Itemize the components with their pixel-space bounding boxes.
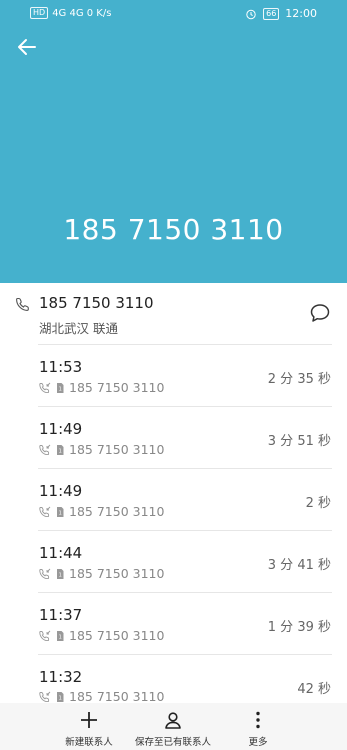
call-sub: 1 185 7150 3110 — [39, 380, 164, 395]
person-icon — [165, 712, 181, 729]
call-sub: 1 185 7150 3110 — [39, 689, 164, 704]
incoming-call-icon — [39, 568, 51, 579]
divider — [38, 654, 332, 655]
bottom-action-bar: 新建联系人 保存至已有联系人 更多 — [0, 703, 347, 750]
status-left: HD 4G 4G 0 K/s — [30, 7, 111, 19]
call-sub: 1 185 7150 3110 — [39, 504, 164, 519]
incoming-call-icon — [39, 444, 51, 455]
sim-card-icon: 1 — [57, 382, 64, 393]
new-contact-label: 新建联系人 — [65, 737, 113, 748]
call-number: 185 7150 3110 — [69, 380, 165, 395]
sim-card-icon: 1 — [57, 444, 64, 455]
more-label: 更多 — [248, 737, 268, 748]
summary-phone-number: 185 7150 3110 — [39, 294, 154, 312]
new-contact-button[interactable]: 新建联系人 — [58, 703, 120, 750]
more-vertical-icon — [256, 711, 260, 729]
call-time: 11:44 — [39, 544, 83, 562]
plus-icon — [81, 712, 97, 728]
call-time: 11:32 — [39, 668, 83, 686]
more-button[interactable]: 更多 — [238, 703, 278, 750]
incoming-call-icon — [39, 630, 51, 641]
divider — [38, 592, 332, 593]
call-time: 11:53 — [39, 358, 83, 376]
call-time: 11:49 — [39, 482, 83, 500]
contact-summary[interactable] — [0, 283, 347, 347]
message-icon[interactable] — [309, 302, 331, 324]
save-existing-contact-button[interactable]: 保存至已有联系人 — [128, 703, 218, 750]
call-number: 185 7150 3110 — [69, 566, 165, 581]
network-status: 4G 4G 0 K/s — [52, 7, 112, 19]
call-duration: 3 分 41 秒 — [267, 558, 331, 573]
sim-card-icon: 1 — [57, 691, 64, 702]
summary-location: 湖北武汉 联通 — [39, 321, 118, 336]
call-duration: 2 秒 — [305, 496, 331, 511]
divider — [38, 344, 332, 345]
divider — [38, 406, 332, 407]
call-duration: 3 分 51 秒 — [267, 434, 331, 449]
incoming-call-icon — [39, 506, 51, 517]
call-number: 185 7150 3110 — [69, 628, 165, 643]
call-sub: 1 185 7150 3110 — [39, 628, 164, 643]
call-sub: 1 185 7150 3110 — [39, 442, 164, 457]
divider — [38, 468, 332, 469]
battery-level: 66 — [263, 7, 280, 20]
call-duration: 1 分 39 秒 — [267, 620, 331, 635]
sim-card-icon: 1 — [57, 630, 64, 641]
svg-text:1: 1 — [59, 386, 62, 392]
alarm-icon — [246, 9, 256, 19]
call-sub: 1 185 7150 3110 — [39, 566, 164, 581]
call-time: 11:37 — [39, 606, 83, 624]
sim-icon: HD — [30, 7, 49, 19]
back-arrow-icon[interactable] — [14, 34, 40, 60]
contact-header: HD 4G 4G 0 K/s 66 12:00 185 7150 3110 — [0, 0, 347, 283]
call-number: 185 7150 3110 — [69, 504, 165, 519]
svg-text:1: 1 — [59, 510, 62, 516]
sim-card-icon: 1 — [57, 568, 64, 579]
call-number: 185 7150 3110 — [69, 689, 165, 704]
svg-text:1: 1 — [59, 448, 62, 454]
incoming-call-icon — [39, 691, 51, 702]
call-duration: 42 秒 — [297, 682, 331, 697]
svg-text:1: 1 — [59, 634, 62, 640]
svg-text:1: 1 — [59, 695, 62, 701]
status-time: 12:00 — [285, 7, 317, 20]
status-right: 66 12:00 — [245, 7, 317, 20]
call-time: 11:49 — [39, 420, 83, 438]
call-number: 185 7150 3110 — [69, 442, 165, 457]
sim-card-icon: 1 — [57, 506, 64, 517]
divider — [38, 530, 332, 531]
svg-text:1: 1 — [59, 572, 62, 578]
call-duration: 2 分 35 秒 — [267, 372, 331, 387]
phone-icon — [16, 297, 29, 311]
status-bar: HD 4G 4G 0 K/s 66 12:00 — [0, 0, 347, 28]
save-existing-label: 保存至已有联系人 — [134, 737, 211, 748]
incoming-call-icon — [39, 382, 51, 393]
header-phone-number: 185 7150 3110 — [63, 213, 284, 246]
